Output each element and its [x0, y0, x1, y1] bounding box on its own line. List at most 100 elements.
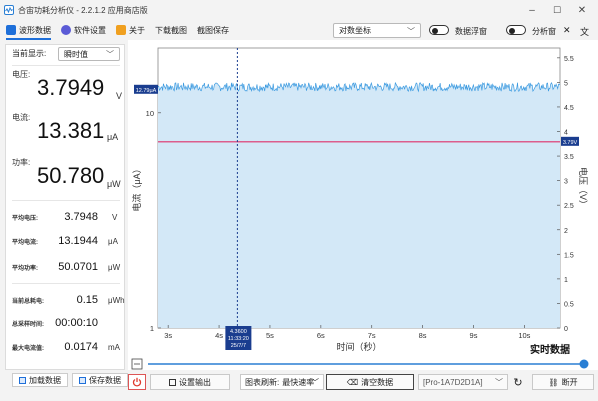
timeline-slider-handle[interactable] — [579, 359, 589, 369]
refresh-label: 图表刷新: — [245, 377, 280, 387]
current-marker-text: 12.79μA — [136, 88, 157, 94]
y-left-tick-label: 1 — [150, 324, 154, 333]
avg-voltage-value: 3.7948 — [64, 211, 98, 223]
y-right-tick-label: 1.5 — [564, 252, 574, 259]
x-tick-label: 8s — [419, 331, 427, 340]
avg-current-unit: μA — [108, 237, 118, 246]
scale-select-value: 对数坐标 — [339, 26, 371, 35]
gear-icon — [61, 25, 71, 35]
total-time-label: 总采样时间: — [12, 322, 44, 328]
display-mode-value: 瞬时值 — [64, 49, 88, 59]
y-right-axis-label: 电压（V） — [578, 167, 589, 209]
tab-waveform-data[interactable]: 波形数据 — [6, 20, 51, 40]
refresh-devices-button[interactable]: ↻ — [510, 374, 526, 390]
power-readout: 功率: 50.780 μW — [6, 155, 126, 195]
close-icon: ✕ — [577, 4, 587, 16]
display-mode-label: 当前显示: — [12, 49, 47, 58]
avg-voltage-row: 平均电压: 3.7948 V — [12, 211, 122, 227]
x-axis-label: 时间（秒） — [336, 341, 381, 352]
app-window: 合宙功耗分析仪 - 2.2.1.2 应用商店版 – ☐ ✕ 波形数据 软件设置 … — [0, 0, 598, 401]
y-right-tick-label: 5.5 — [564, 56, 574, 63]
max-current-value: 0.0174 — [64, 341, 98, 353]
analysis-toggle[interactable] — [506, 25, 526, 35]
avg-power-label: 平均功率: — [12, 266, 38, 272]
device-select[interactable]: [Pro-1A7D2D1A] ﹀ — [418, 374, 508, 390]
x-tick-label: 10s — [518, 331, 530, 340]
waveform-icon — [6, 25, 16, 35]
total-energy-row: 当前总耗电: 0.15 μWh — [12, 294, 125, 310]
tab-download-screenshot[interactable]: 下载截图 — [155, 20, 187, 40]
current-readout: 电流: 13.381 μA — [6, 110, 126, 150]
info-icon — [116, 25, 126, 35]
divider — [12, 283, 120, 284]
translate-icon[interactable]: 文 — [580, 25, 589, 38]
tab-about[interactable]: 关于 — [116, 20, 145, 40]
unlink-icon: ⛓ — [548, 377, 559, 387]
avg-power-row: 平均功率: 50.0701 μW — [12, 261, 122, 277]
maximize-button[interactable]: ☐ — [547, 2, 567, 18]
voltage-label: 电压: — [12, 70, 31, 79]
max-current-label: 最大电流值: — [12, 346, 44, 352]
power-value: 50.780 — [37, 163, 105, 188]
device-value: [Pro-1A7D2D1A] — [423, 377, 483, 387]
output-icon — [169, 378, 176, 386]
y-right-tick-label: 3 — [564, 179, 568, 186]
chevron-down-icon: ﹀ — [495, 378, 503, 387]
total-energy-label: 当前总耗电: — [12, 299, 44, 305]
x-tick-label: 4s — [215, 331, 223, 340]
cursor-label-value: 4.3600 — [230, 329, 247, 335]
y-right-tick-label: 4 — [564, 130, 568, 137]
tab-waveform-label: 波形数据 — [19, 25, 51, 35]
current-label: 电流: — [12, 113, 31, 122]
settings-output-button[interactable]: 设置输出 — [150, 374, 230, 390]
scale-select[interactable]: 对数坐标 ﹀ — [333, 23, 421, 38]
tab-software-settings[interactable]: 软件设置 — [61, 20, 106, 40]
close-button[interactable]: ✕ — [572, 2, 592, 18]
refresh-icon: ↻ — [513, 376, 523, 389]
refresh-value: 最快速率 — [282, 377, 315, 387]
maximize-icon: ☐ — [552, 4, 562, 15]
avg-power-unit: μW — [108, 263, 121, 272]
disconnect-button[interactable]: ⛓ 断开 — [532, 374, 594, 390]
avg-voltage-label: 平均电压: — [12, 216, 38, 222]
divider — [12, 65, 120, 66]
chart-area[interactable]: 3s 4s 5s 6s 7s 8s 9s 10s 时间（秒） 10 1 电流（μA） 0 0.5 1 1.5 2… — [128, 40, 598, 370]
tab-screenshot-save[interactable]: 截图保存 — [197, 20, 229, 40]
title-bar: 合宙功耗分析仪 - 2.2.1.2 应用商店版 – ☐ ✕ — [0, 0, 598, 20]
tab-about-label: 关于 — [129, 25, 145, 35]
minimize-button[interactable]: – — [522, 2, 542, 18]
refresh-rate-select[interactable]: 图表刷新: 最快速率 ﹀ — [240, 374, 324, 390]
voltage-marker-text: 3.79V — [563, 140, 578, 146]
measurement-panel: 当前显示: 瞬时值 ﹀ 电压: 3.7949 V 电流: 13.381 μA 功… — [5, 44, 125, 370]
save-data-button[interactable]: 保存数据 — [72, 373, 128, 387]
y-right-tick-label: 1 — [564, 277, 568, 284]
chevron-down-icon: ﹀ — [106, 50, 114, 59]
x-tick-label: 3s — [164, 331, 172, 340]
data-float-label: 数据浮窗 — [455, 27, 487, 36]
settings-output-label: 设置输出 — [179, 377, 211, 387]
power-label: 功率: — [12, 158, 31, 167]
y-left-axis-label: 电流（μA） — [131, 164, 142, 211]
voltage-readout: 电压: 3.7949 V — [6, 67, 126, 107]
avg-voltage-unit: V — [112, 213, 118, 222]
status-bar: 设置输出 图表刷新: 最快速率 ﹀ ⌫ 清空数据 [Pro-1A7D2D1A] … — [128, 374, 598, 392]
voltage-unit: V — [116, 91, 123, 101]
clear-data-button[interactable]: ⌫ 清空数据 — [326, 374, 414, 390]
app-logo-icon — [4, 5, 14, 15]
total-energy-value: 0.15 — [76, 294, 98, 306]
chevron-down-icon: ﹀ — [311, 378, 319, 387]
load-data-button[interactable]: 加载数据 — [12, 373, 68, 387]
x-tick-label: 7s — [368, 331, 376, 340]
eraser-icon: ⌫ — [346, 377, 359, 387]
realtime-chart[interactable]: 3s 4s 5s 6s 7s 8s 9s 10s 时间（秒） 10 1 电流（μA） 0 0.5 1 1.5 2… — [128, 40, 598, 370]
tab-download-label: 下载截图 — [155, 25, 187, 35]
display-mode-select[interactable]: 瞬时值 ﹀ — [58, 47, 120, 61]
data-float-toggle[interactable] — [429, 25, 449, 35]
avg-current-value: 13.1944 — [58, 235, 98, 247]
y-right-tick-label: 5 — [564, 80, 568, 87]
expand-icon[interactable]: ✕ — [563, 25, 571, 36]
y-right-tick-label: 0 — [564, 326, 568, 333]
power-unit: μW — [107, 179, 121, 189]
power-button[interactable] — [128, 374, 146, 390]
total-energy-unit: μWh — [108, 296, 125, 305]
